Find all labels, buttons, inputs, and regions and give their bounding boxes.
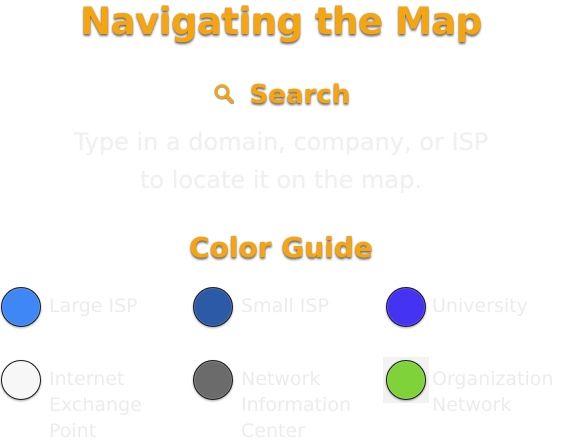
search-icon	[212, 82, 236, 106]
legend-label-line: University	[432, 295, 528, 317]
legend-label-line: Organization	[432, 368, 554, 390]
search-description-line: to locate it on the map.	[140, 166, 422, 194]
legend-label: Internet Exchange Point	[49, 366, 142, 442]
color-swatch-internet-exchange-point	[1, 360, 41, 400]
search-section: Search	[0, 80, 562, 116]
search-description: Type in a domain, company, or ISP to loc…	[0, 123, 562, 199]
legend-item-internet-exchange-point: Internet Exchange Point	[1, 360, 186, 442]
color-swatch-small-isp	[193, 287, 233, 327]
color-swatch-university	[386, 287, 426, 327]
legend-label-line: Internet	[49, 368, 125, 390]
legend-label-line: Small ISP	[241, 295, 329, 317]
color-swatch-network-information-center	[193, 360, 233, 400]
legend-label: Network Information Center	[241, 366, 351, 442]
legend-item-large-isp: Large ISP	[1, 287, 186, 367]
legend-label-line: Large ISP	[49, 295, 138, 317]
legend-item-small-isp: Small ISP	[193, 287, 378, 367]
legend-label: Large ISP	[49, 293, 138, 319]
legend-label: University	[432, 293, 528, 319]
legend-label-line: Network	[432, 394, 512, 416]
legend-label-line: Network	[241, 368, 321, 390]
search-heading: Search	[249, 80, 351, 110]
legend-label-line: Point	[49, 420, 97, 442]
legend-label: Organization Network	[432, 366, 553, 418]
legend-label-line: Exchange	[49, 394, 142, 416]
color-guide-title: Color Guide	[189, 231, 373, 264]
legend-item-network-information-center: Network Information Center	[193, 360, 378, 442]
page-title: Navigating the Map	[80, 0, 482, 43]
legend-label: Small ISP	[241, 293, 329, 319]
legend-label-line: Center	[241, 420, 305, 442]
search-description-line: Type in a domain, company, or ISP	[73, 128, 489, 156]
legend-label-line: Information	[241, 394, 351, 416]
color-swatch-large-isp	[1, 287, 41, 327]
legend-item-organization-network: Organization Network	[383, 357, 561, 440]
legend-item-university: University	[386, 287, 561, 367]
color-swatch-organization-network	[386, 360, 426, 400]
